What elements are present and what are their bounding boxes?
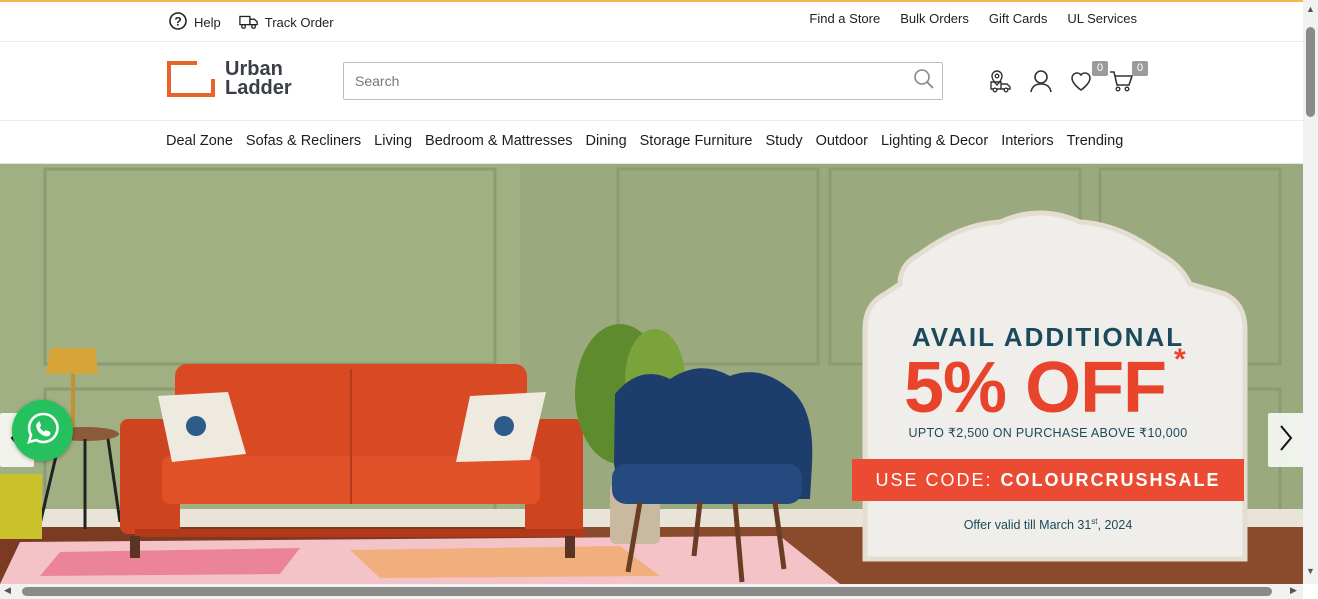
- offer-subline: UPTO ₹2,500 ON PURCHASE ABOVE ₹10,000: [908, 426, 1188, 440]
- nav-trending[interactable]: Trending: [1067, 133, 1124, 149]
- wishlist-button[interactable]: 0: [1068, 61, 1108, 94]
- carousel-next-button[interactable]: [1268, 413, 1303, 467]
- delivery-button[interactable]: [988, 68, 1014, 94]
- top-utility-bar: ? Help Track Order Find a Store Bulk Ord…: [0, 0, 1303, 42]
- track-order-link[interactable]: Track Order: [239, 11, 334, 34]
- category-nav: Deal Zone Sofas & Recliners Living Bedro…: [0, 121, 1303, 164]
- wishlist-count-badge: 0: [1092, 61, 1108, 76]
- offer-valid-suffix: , 2024: [1097, 518, 1133, 533]
- svg-text:?: ?: [174, 15, 181, 29]
- chevron-right-icon: [1276, 423, 1296, 458]
- find-store-link[interactable]: Find a Store: [809, 11, 880, 26]
- search-input[interactable]: [344, 63, 906, 99]
- whatsapp-icon: [25, 410, 61, 451]
- logo-mark-icon: [167, 61, 215, 97]
- nav-dining[interactable]: Dining: [586, 133, 627, 149]
- nav-bedroom-mattresses[interactable]: Bedroom & Mattresses: [425, 133, 572, 149]
- cart-button[interactable]: 0: [1108, 61, 1148, 94]
- nav-storage-furniture[interactable]: Storage Furniture: [640, 133, 753, 149]
- heart-icon: [1068, 72, 1094, 98]
- offer-code-bar: USE CODE: COLOURCRUSHSALE: [852, 459, 1244, 501]
- offer-valid-prefix: Offer valid till March 31: [963, 518, 1092, 533]
- search-icon: [913, 68, 935, 95]
- scroll-right-icon[interactable]: ▶: [1290, 585, 1297, 596]
- nav-interiors[interactable]: Interiors: [1001, 133, 1053, 149]
- help-icon: ?: [168, 11, 188, 34]
- offer-code: COLOURCRUSHSALE: [1000, 469, 1221, 490]
- offer-card[interactable]: AVAIL ADDITIONAL 5% OFF * UPTO ₹2,500 ON…: [852, 219, 1244, 584]
- offer-code-prefix: USE CODE:: [875, 469, 993, 490]
- scroll-left-icon[interactable]: ◀: [4, 585, 11, 596]
- help-link[interactable]: ? Help: [168, 11, 221, 34]
- nav-outdoor[interactable]: Outdoor: [816, 133, 868, 149]
- scroll-down-icon[interactable]: ▼: [1306, 566, 1315, 576]
- logo-text: Urban Ladder: [225, 59, 292, 99]
- offer-validity: Offer valid till March 31st, 2024: [852, 517, 1244, 532]
- offer-asterisk: *: [1174, 343, 1186, 376]
- horizontal-scroll-thumb[interactable]: [22, 587, 1272, 596]
- nav-lighting-decor[interactable]: Lighting & Decor: [881, 133, 988, 149]
- user-icon: [1028, 70, 1054, 98]
- logo-line-2: Ladder: [225, 77, 292, 99]
- whatsapp-button[interactable]: [12, 400, 73, 461]
- truck-icon: [239, 11, 259, 34]
- top-bar-right: Find a Store Bulk Orders Gift Cards UL S…: [809, 11, 1137, 26]
- search-box: [343, 62, 943, 100]
- help-label: Help: [194, 15, 221, 30]
- bulk-orders-link[interactable]: Bulk Orders: [900, 11, 969, 26]
- horizontal-scrollbar[interactable]: ◀ ▶: [0, 584, 1303, 599]
- category-list: Deal Zone Sofas & Recliners Living Bedro…: [166, 133, 1123, 149]
- nav-sofas-recliners[interactable]: Sofas & Recliners: [246, 133, 361, 149]
- search-button[interactable]: [906, 63, 942, 99]
- logo[interactable]: Urban Ladder: [167, 59, 292, 99]
- header-icons: 0 0: [988, 61, 1148, 94]
- offer-discount: 5% OFF: [904, 348, 1167, 428]
- cart-count-badge: 0: [1132, 61, 1148, 76]
- vertical-scroll-thumb[interactable]: [1306, 27, 1315, 117]
- hero-banner[interactable]: AVAIL ADDITIONAL 5% OFF * UPTO ₹2,500 ON…: [0, 164, 1303, 584]
- vertical-scrollbar[interactable]: ▲ ▼: [1303, 0, 1318, 584]
- gift-cards-link[interactable]: Gift Cards: [989, 11, 1048, 26]
- track-order-label: Track Order: [264, 15, 334, 30]
- nav-study[interactable]: Study: [765, 133, 802, 149]
- nav-living[interactable]: Living: [374, 133, 412, 149]
- top-bar-left: ? Help Track Order: [168, 11, 334, 34]
- ul-services-link[interactable]: UL Services: [1067, 11, 1137, 26]
- main-header: Urban Ladder 0: [0, 42, 1303, 121]
- scroll-up-icon[interactable]: ▲: [1306, 4, 1315, 14]
- delivery-icon: [988, 70, 1014, 98]
- nav-deal-zone[interactable]: Deal Zone: [166, 133, 233, 149]
- account-button[interactable]: [1028, 68, 1054, 94]
- cart-icon: [1108, 71, 1134, 98]
